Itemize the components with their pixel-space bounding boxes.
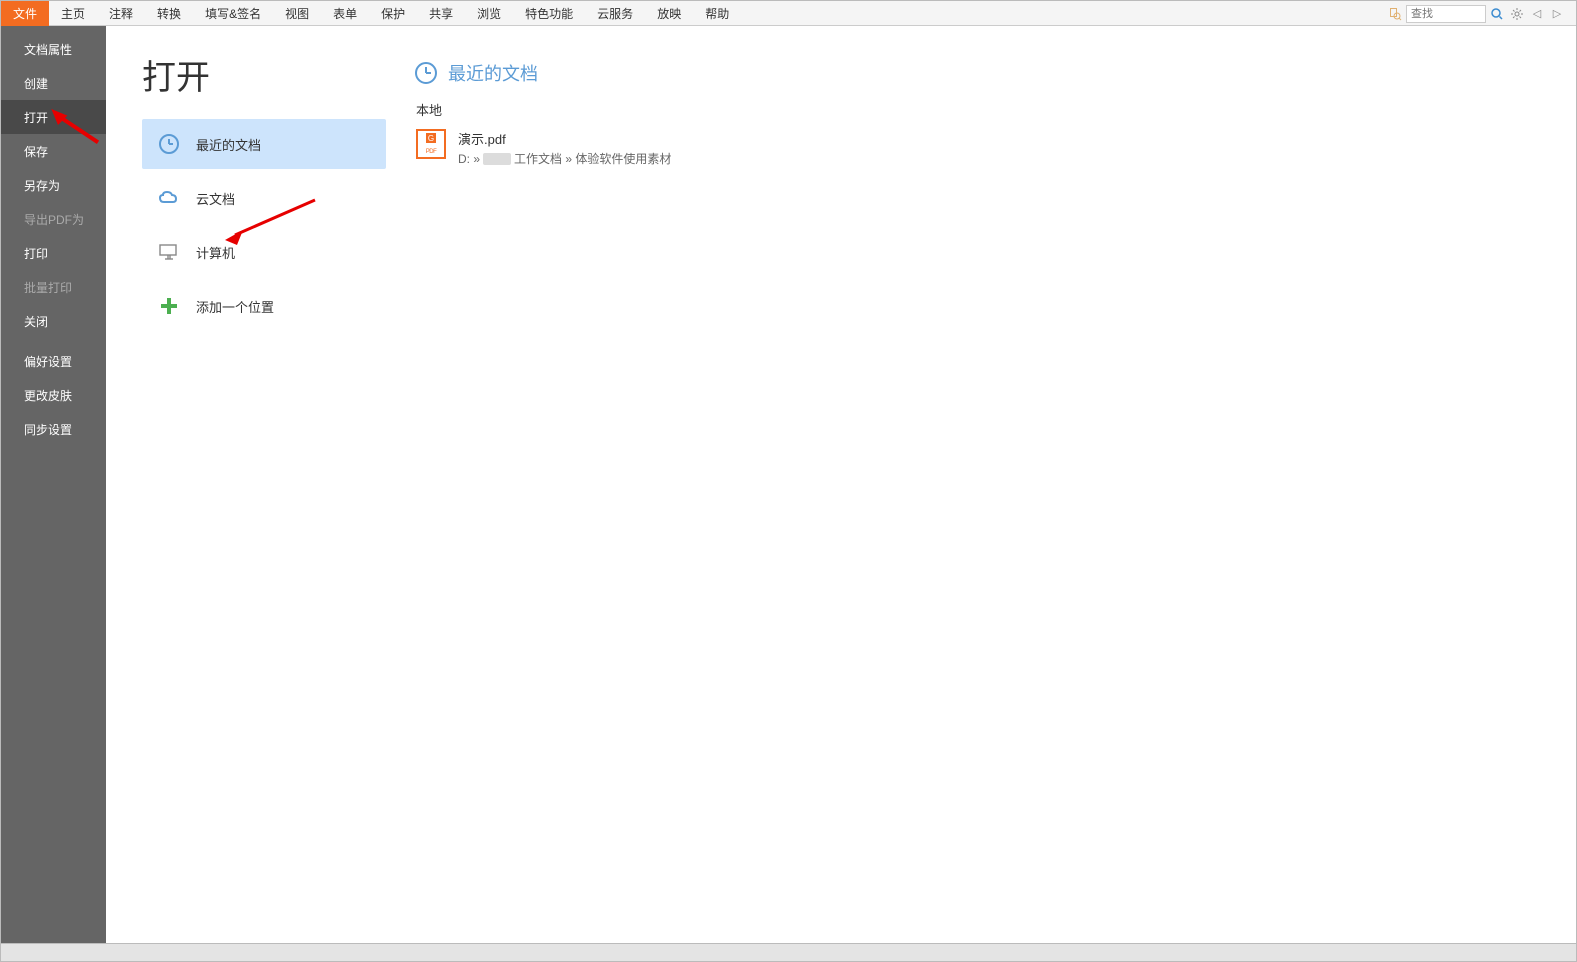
path-redacted [483, 153, 511, 165]
clock-icon [414, 61, 438, 85]
opt-computer-label: 计算机 [196, 243, 235, 262]
side-sync[interactable]: 同步设置 [1, 412, 106, 446]
page-title: 打开 [142, 50, 386, 99]
side-close[interactable]: 关闭 [1, 304, 106, 338]
tab-share[interactable]: 共享 [417, 1, 465, 26]
file-path: D: » 工作文档 » 体验软件使用素材 [458, 150, 671, 167]
tab-cloud[interactable]: 云服务 [585, 1, 645, 26]
topbar: 文件 主页 注释 转换 填写&签名 视图 表单 保护 共享 浏览 特色功能 云服… [1, 1, 1576, 26]
tab-protect[interactable]: 保护 [369, 1, 417, 26]
footer-bar [1, 943, 1576, 961]
file-item[interactable]: GPDF 演示.pdf D: » 工作文档 » 体验软件使用素材 [414, 125, 1576, 171]
tab-file[interactable]: 文件 [1, 1, 49, 26]
opt-computer[interactable]: 计算机 [142, 227, 386, 277]
side-create[interactable]: 创建 [1, 66, 106, 100]
tab-browse[interactable]: 浏览 [465, 1, 513, 26]
open-options-column: 打开 最近的文档 云文档 [106, 26, 406, 943]
tab-convert[interactable]: 转换 [145, 1, 193, 26]
opt-add-location[interactable]: 添加一个位置 [142, 281, 386, 331]
side-doc-properties[interactable]: 文档属性 [1, 32, 106, 66]
side-batch-print[interactable]: 批量打印 [1, 270, 106, 304]
tab-feature[interactable]: 特色功能 [513, 1, 585, 26]
section-title: 最近的文档 [448, 60, 538, 86]
opt-recent[interactable]: 最近的文档 [142, 119, 386, 169]
opt-add-label: 添加一个位置 [196, 297, 274, 316]
plus-icon [158, 295, 180, 317]
tab-fill[interactable]: 填写&签名 [193, 1, 273, 26]
side-save-as[interactable]: 另存为 [1, 168, 106, 202]
side-skin[interactable]: 更改皮肤 [1, 378, 106, 412]
computer-icon [158, 241, 180, 263]
nav-back-icon[interactable]: ◁ [1528, 5, 1546, 23]
nav-forward-icon[interactable]: ▷ [1548, 5, 1566, 23]
local-title: 本地 [416, 100, 1576, 119]
side-preferences[interactable]: 偏好设置 [1, 344, 106, 378]
tab-play[interactable]: 放映 [645, 1, 693, 26]
gear-icon[interactable] [1508, 5, 1526, 23]
side-open[interactable]: 打开 [1, 100, 106, 134]
tab-help[interactable]: 帮助 [693, 1, 741, 26]
sidebar: 文档属性 创建 打开 保存 另存为 导出PDF为 打印 批量打印 关闭 偏好设置… [1, 26, 106, 943]
side-save[interactable]: 保存 [1, 134, 106, 168]
search-icon[interactable] [1488, 5, 1506, 23]
side-print[interactable]: 打印 [1, 236, 106, 270]
file-name: 演示.pdf [458, 129, 671, 148]
search-input[interactable] [1406, 5, 1486, 23]
pdf-file-icon: GPDF [416, 129, 446, 159]
opt-cloud[interactable]: 云文档 [142, 173, 386, 223]
tab-home[interactable]: 主页 [49, 1, 97, 26]
tab-view[interactable]: 视图 [273, 1, 321, 26]
search-doc-icon[interactable] [1386, 5, 1404, 23]
opt-cloud-label: 云文档 [196, 189, 235, 208]
side-export-pdf[interactable]: 导出PDF为 [1, 202, 106, 236]
section-header: 最近的文档 [414, 60, 1576, 86]
tab-annotate[interactable]: 注释 [97, 1, 145, 26]
clock-icon [158, 133, 180, 155]
content-column: 最近的文档 本地 GPDF 演示.pdf D: » 工作文档 » 体验软件使用素… [406, 26, 1576, 943]
cloud-icon [158, 187, 180, 209]
opt-recent-label: 最近的文档 [196, 135, 261, 154]
tab-form[interactable]: 表单 [321, 1, 369, 26]
